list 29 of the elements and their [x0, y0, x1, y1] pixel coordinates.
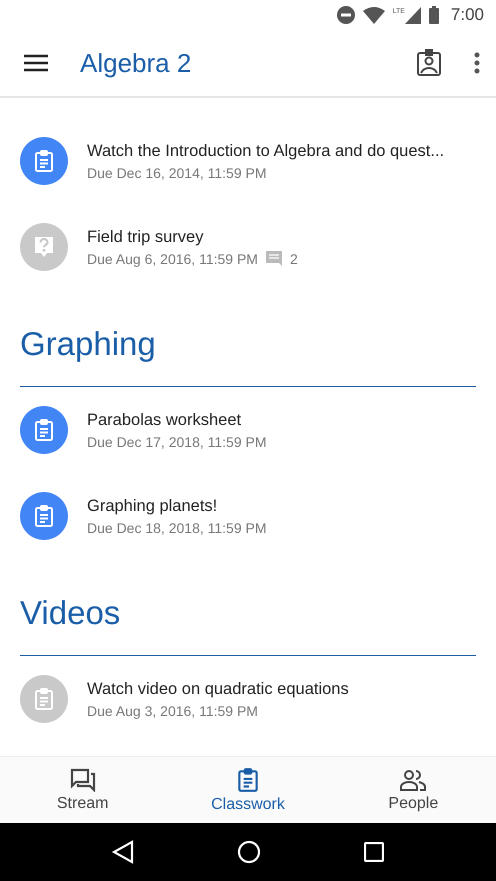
section-title: Videos: [20, 594, 120, 632]
nav-tab[interactable]: Classwork: [165, 757, 331, 823]
due-date: Due Dec 17, 2018, 11:59 PM: [87, 434, 267, 450]
comment-count: 2: [290, 250, 298, 266]
nav-tab[interactable]: Stream: [0, 757, 166, 823]
signal-icon: [404, 6, 421, 24]
due-date: Due Dec 18, 2018, 11:59 PM: [87, 520, 267, 536]
comment-icon: [266, 251, 282, 266]
section-title: Graphing: [20, 325, 156, 363]
battery-icon: [428, 6, 439, 24]
item-title[interactable]: Watch video on quadratic equations: [87, 680, 349, 698]
item-title[interactable]: Parabolas worksheet: [87, 410, 267, 430]
due-date: Due Aug 3, 2016, 11:59 PM: [87, 702, 258, 718]
item-title[interactable]: Watch the Introduction to Algebra and do quest...: [87, 142, 444, 160]
item-title[interactable]: Graphing planets!: [87, 496, 267, 516]
people-icon: [399, 768, 428, 792]
assignment-icon: [32, 418, 56, 442]
assignment-icon: [32, 149, 56, 173]
assignment-icon: [32, 504, 56, 528]
due-date: Due Dec 16, 2014, 11:59 PM: [87, 164, 267, 180]
do-not-disturb-icon: [336, 6, 355, 24]
nav-tab[interactable]: People: [330, 757, 496, 823]
due-date: Due Aug 6, 2016, 11:59 PM: [87, 250, 258, 266]
item-title[interactable]: Field trip survey: [87, 228, 298, 246]
assignment-icon: [32, 687, 56, 711]
wifi-icon: [362, 6, 385, 24]
clock: 7:00: [450, 5, 484, 25]
chat-icon: [70, 768, 96, 792]
class-title: Algebra 2: [80, 48, 192, 78]
